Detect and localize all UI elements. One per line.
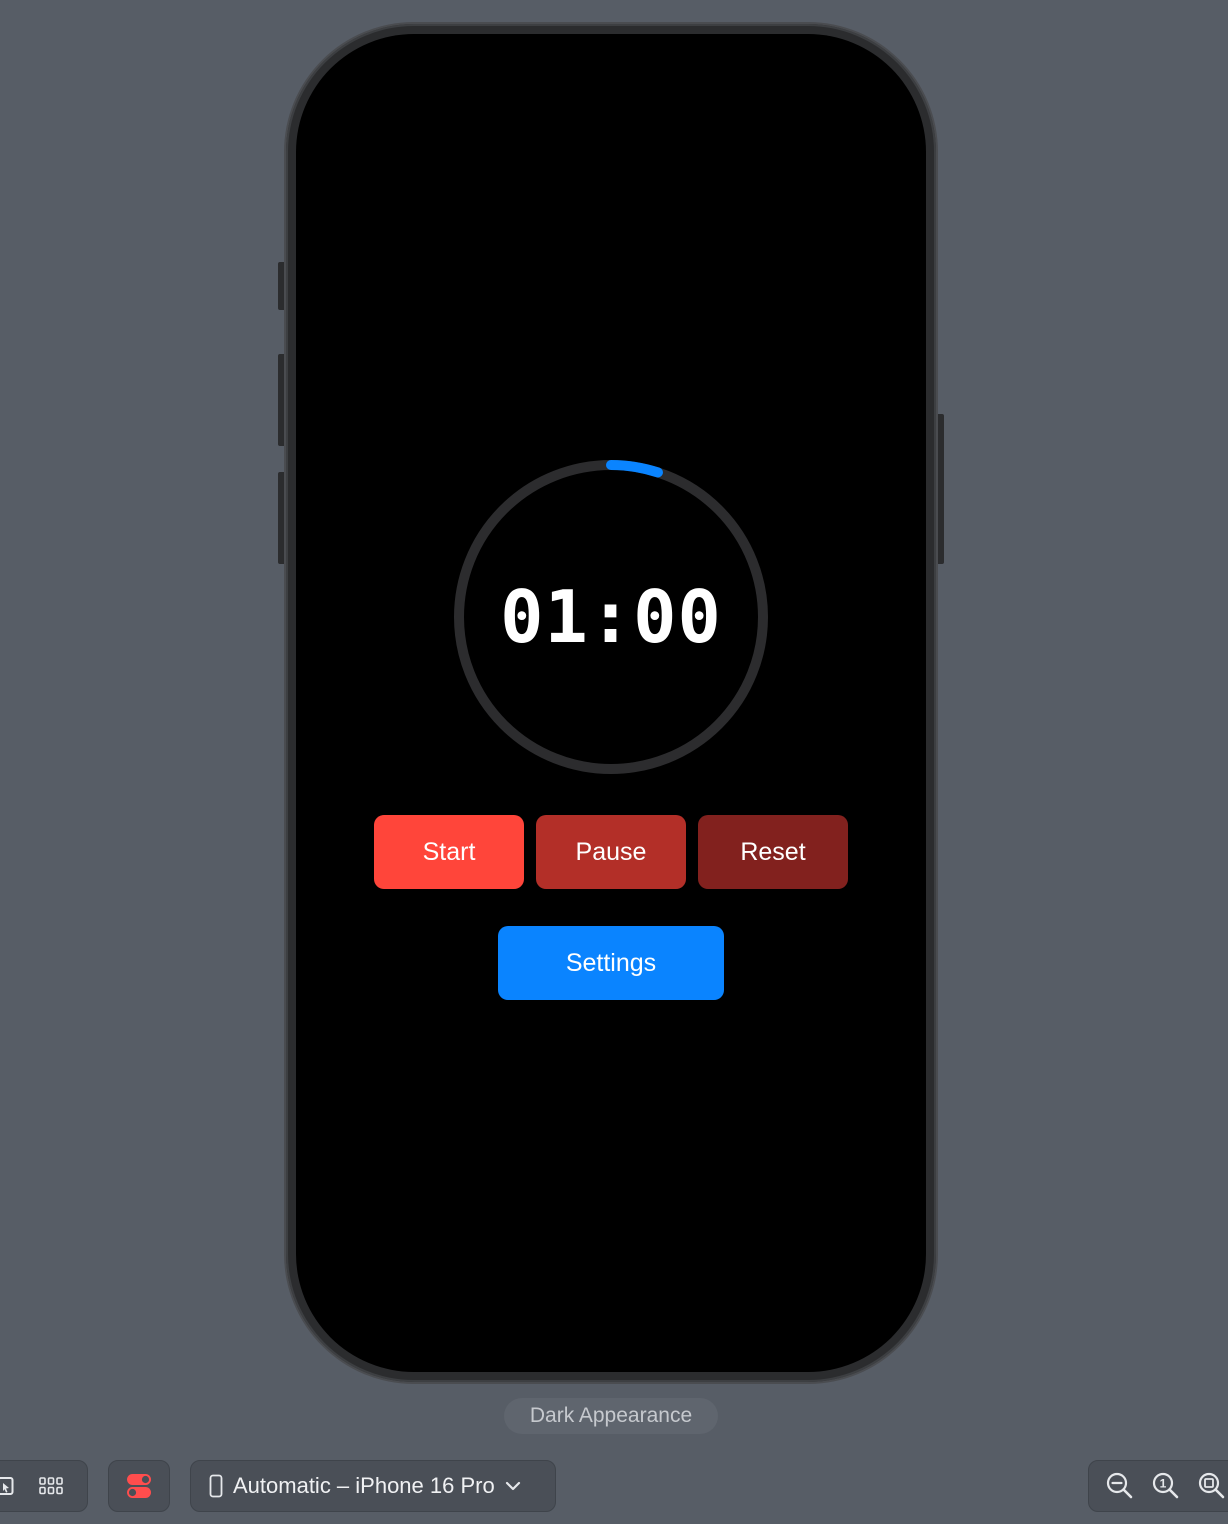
zoom-out-icon[interactable]: [1105, 1471, 1135, 1501]
iphone-device-frame: 01:00 Start Pause Reset Settings: [286, 24, 936, 1382]
timer-display: 01:00: [500, 575, 722, 659]
zoom-actual-size-icon[interactable]: 1: [1151, 1471, 1181, 1501]
variants-toggle-icon: [125, 1473, 153, 1499]
timer-ring: 01:00: [449, 455, 773, 779]
action-button: [278, 262, 286, 310]
canvas-mode-group: [0, 1460, 88, 1512]
volume-up-button: [278, 354, 286, 446]
power-button: [936, 414, 944, 564]
appearance-label[interactable]: Dark Appearance: [504, 1398, 718, 1434]
variants-button[interactable]: [108, 1460, 170, 1512]
zoom-actual-size-glyph: 1: [1160, 1477, 1167, 1491]
settings-button[interactable]: Settings: [498, 926, 724, 1000]
zoom-controls: 1: [1088, 1460, 1228, 1512]
grid-icon[interactable]: [39, 1476, 63, 1496]
device-selector[interactable]: Automatic – iPhone 16 Pro: [190, 1460, 556, 1512]
volume-down-button: [278, 472, 286, 564]
device-label: Automatic – iPhone 16 Pro: [233, 1473, 495, 1498]
start-button[interactable]: Start: [374, 815, 524, 889]
select-icon[interactable]: [0, 1475, 17, 1497]
iphone-icon: [209, 1474, 223, 1498]
chevron-down-icon: [505, 1480, 521, 1492]
pause-button[interactable]: Pause: [536, 815, 686, 889]
reset-button[interactable]: Reset: [698, 815, 848, 889]
zoom-to-fit-icon[interactable]: [1197, 1471, 1227, 1501]
phone-screen: 01:00 Start Pause Reset Settings: [296, 34, 926, 1372]
